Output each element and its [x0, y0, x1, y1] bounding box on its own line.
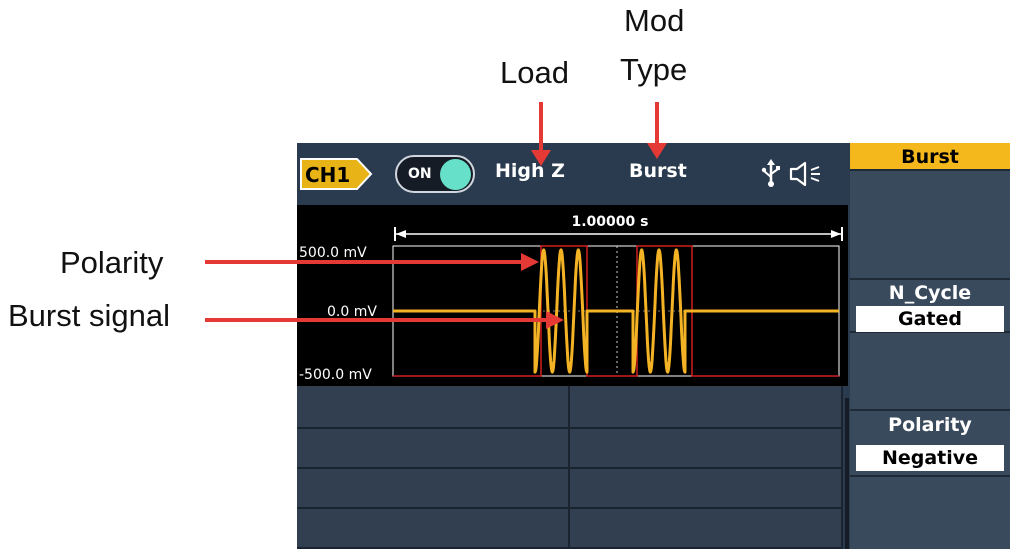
polarity-title: Polarity [888, 414, 972, 436]
param-cell[interactable] [570, 429, 843, 469]
softkey-header: Burst [850, 143, 1010, 171]
mod-type-label-line2: Type [620, 52, 688, 87]
mod-type-label-line1: Mod [624, 3, 685, 38]
output-toggle-label: ON [408, 166, 432, 182]
softkey-header-title: Burst [901, 146, 959, 168]
param-cell[interactable] [570, 469, 843, 509]
param-cell[interactable] [297, 469, 570, 509]
softkey-1[interactable] [850, 171, 1010, 280]
softkey-3[interactable] [850, 333, 1010, 411]
channel-badge[interactable]: CH1 [299, 157, 373, 191]
softkey-burst-mode[interactable]: N_Cycle Gated [850, 280, 1010, 333]
speaker-icon [789, 161, 820, 187]
channel-label: CH1 [305, 163, 350, 187]
softkey-menu: Burst N_Cycle Gated Polarity Negative [850, 143, 1010, 549]
status-bar: CH1 ON High Z Burst [297, 143, 848, 205]
softkey-polarity[interactable]: Polarity Negative [850, 411, 1010, 477]
param-cell[interactable] [297, 386, 570, 429]
y-tick-zero: 0.0 mV [327, 304, 377, 320]
scrollbar[interactable] [845, 398, 849, 549]
burst-signal-label: Burst signal [8, 298, 170, 333]
burst-line [393, 248, 839, 374]
polarity-value: Negative [856, 445, 1004, 471]
param-cell[interactable] [570, 509, 843, 549]
waveform-plot: 1.00000 s 500.0 mV 0.0 mV -500.0 mV [299, 214, 843, 383]
usb-icon [761, 159, 780, 187]
burst-mode-title: N_Cycle [888, 282, 972, 304]
waveform-display: 1.00000 s 500.0 mV 0.0 mV -500.0 mV [297, 205, 848, 386]
load-label: Load [500, 55, 569, 90]
load-value: High Z [495, 160, 565, 182]
param-cell[interactable] [570, 386, 843, 429]
param-cell[interactable] [297, 429, 570, 469]
param-cell[interactable] [297, 509, 570, 549]
burst-mode-value: Gated [856, 306, 1004, 332]
time-span-label: 1.00000 s [572, 214, 649, 230]
softkey-5[interactable] [850, 477, 1010, 549]
device-screen: CH1 ON High Z Burst 1.00000 s 500.0 mV 0… [297, 143, 1010, 549]
polarity-label: Polarity [60, 245, 164, 280]
output-toggle[interactable]: ON [395, 155, 475, 193]
toggle-knob [440, 159, 471, 190]
mod-type-value: Burst [629, 160, 687, 182]
parameter-table [297, 386, 843, 549]
y-tick-top: 500.0 mV [299, 245, 367, 261]
y-tick-bottom: -500.0 mV [299, 367, 372, 383]
